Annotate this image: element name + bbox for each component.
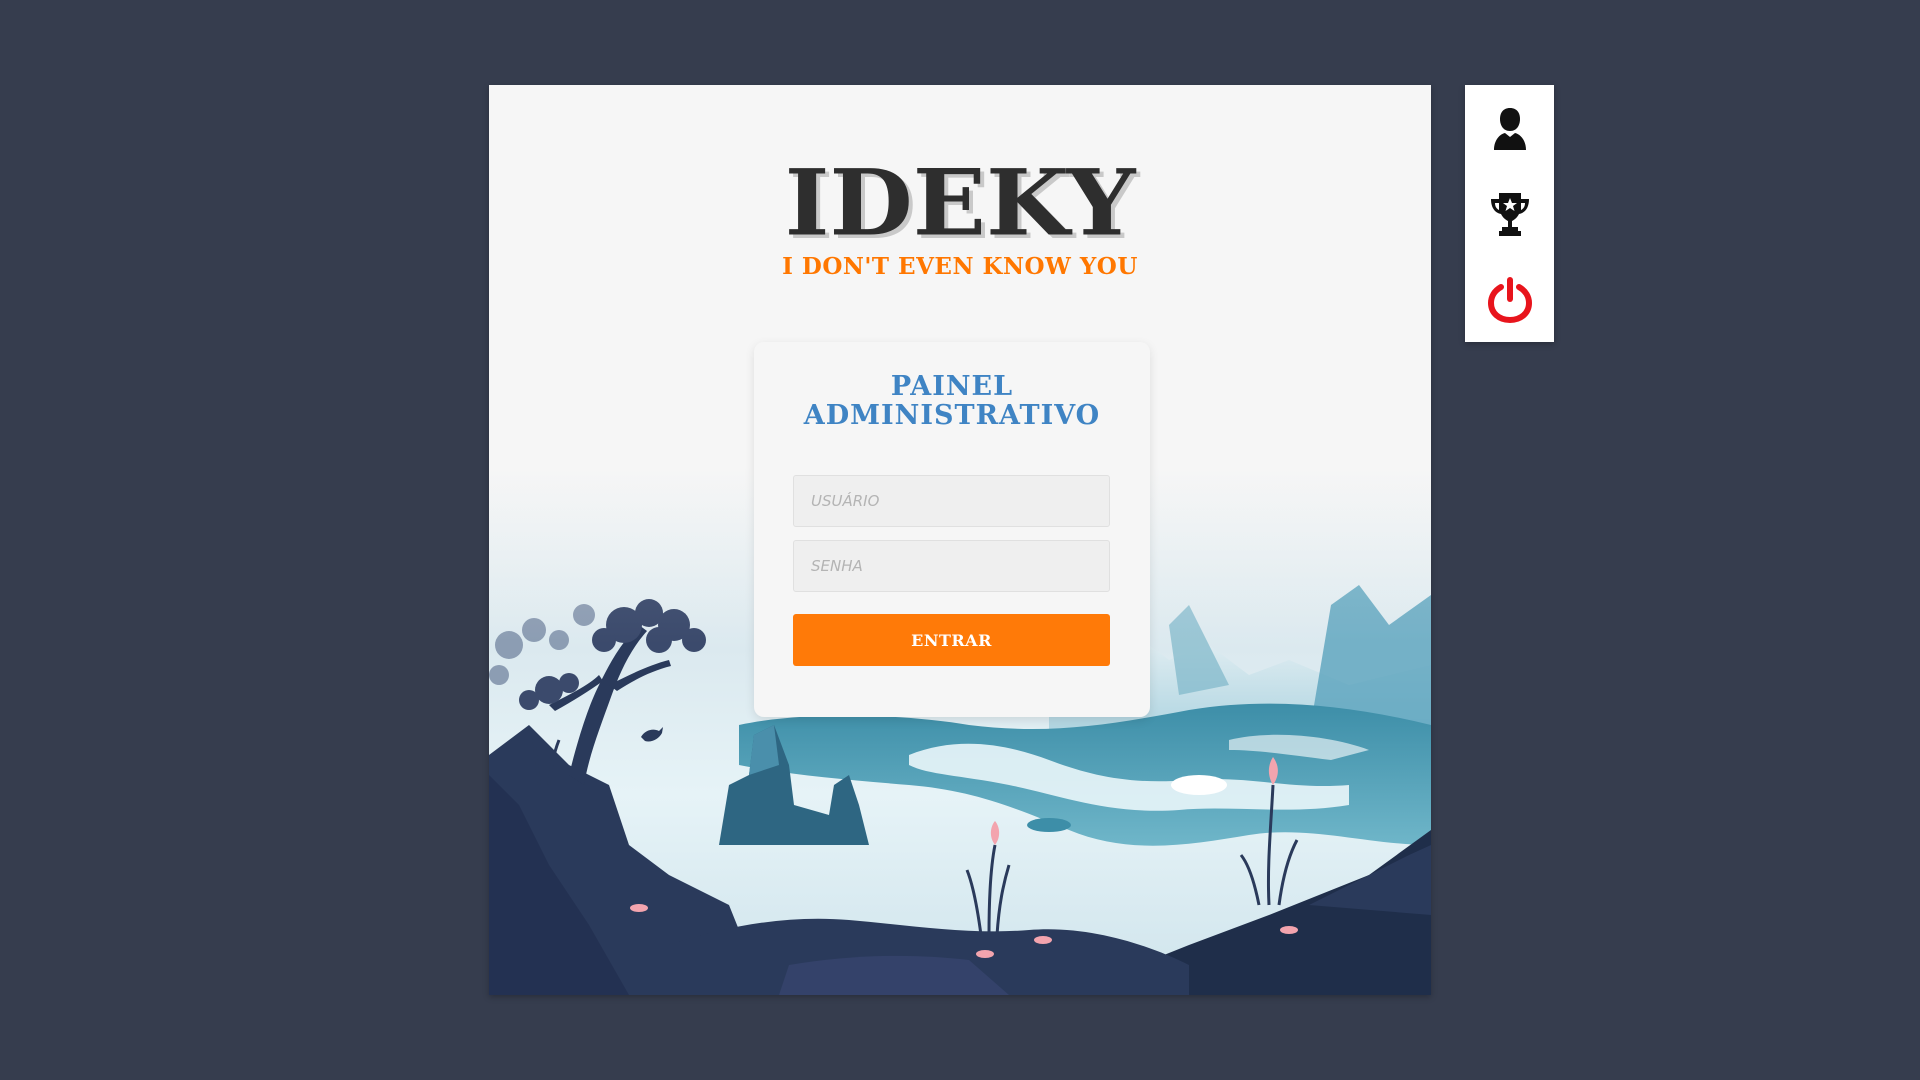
login-title-line2: ADMINISTRATIVO [803,400,1101,431]
logout-button[interactable] [1465,257,1554,343]
username-input[interactable] [793,475,1110,527]
side-menu [1465,85,1554,342]
ranking-button[interactable] [1465,171,1554,257]
login-button[interactable]: ENTRAR [793,614,1110,666]
login-panel: IDEKY I DON'T EVEN KNOW YOU PAINEL ADMIN… [489,85,1431,995]
trophy-icon [1490,193,1529,236]
power-icon [1487,277,1532,323]
profile-button[interactable] [1465,85,1554,171]
login-title-line1: PAINEL [890,371,1014,402]
user-icon [1493,108,1526,150]
logo-title: IDEKY [784,148,1136,257]
logo-tagline: I DON'T EVEN KNOW YOU [782,253,1138,280]
login-card: PAINEL ADMINISTRATIVO ENTRAR [754,342,1150,717]
password-input[interactable] [793,540,1110,592]
login-title: PAINEL ADMINISTRATIVO [754,372,1150,430]
logo: IDEKY I DON'T EVEN KNOW YOU [489,155,1431,280]
